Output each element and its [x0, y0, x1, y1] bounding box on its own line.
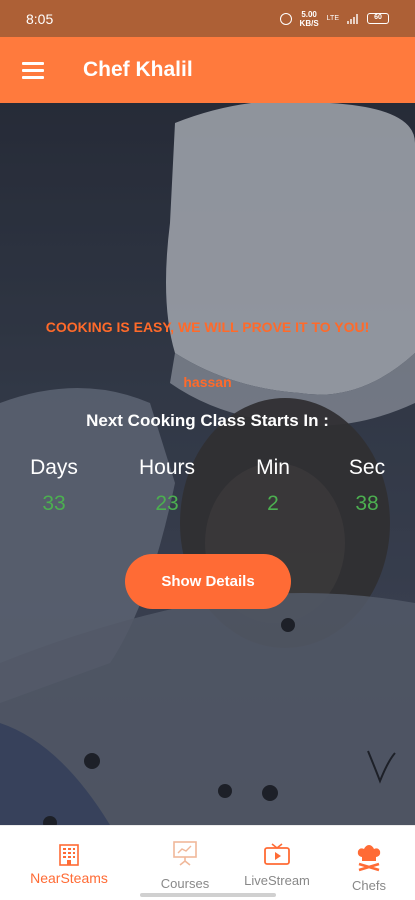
status-icons: 5.00 KB/S LTE 60 [279, 10, 389, 28]
countdown-label: Hours [138, 456, 196, 479]
countdown-days: Days 33 [14, 456, 94, 516]
home-indicator[interactable] [140, 893, 276, 897]
hero-section: COOKING IS EASY, WE WILL PROVE IT TO YOU… [0, 103, 415, 825]
countdown-value: 23 [155, 492, 179, 515]
signal-icon [347, 13, 359, 24]
building-icon [59, 844, 79, 866]
nav-item-nearsteams[interactable]: NearSteams [14, 826, 124, 900]
nav-label: Chefs [352, 878, 386, 893]
countdown-minutes: Min 2 [233, 456, 313, 516]
countdown-value: 38 [355, 492, 379, 515]
nav-label: NearSteams [30, 870, 108, 886]
countdown-seconds: Sec 38 [327, 456, 407, 516]
nav-item-courses[interactable]: Courses [140, 826, 230, 900]
app-title: Chef Khalil [83, 58, 193, 81]
nav-item-livestream[interactable]: LiveStream [232, 826, 322, 900]
show-details-button[interactable]: Show Details [125, 554, 291, 609]
alarm-icon [279, 12, 292, 25]
net-speed-unit: KB/S [299, 18, 319, 28]
status-time: 8:05 [26, 10, 54, 27]
tagline: COOKING IS EASY, WE WILL PROVE IT TO YOU… [45, 319, 370, 335]
presentation-board-icon [173, 841, 197, 866]
countdown-label: Days [30, 456, 78, 479]
net-speed: 5.00 KB/S [300, 10, 319, 28]
nav-label: LiveStream [244, 873, 310, 888]
tv-play-icon [264, 843, 290, 865]
next-class-heading: Next Cooking Class Starts In : [86, 411, 329, 430]
menu-icon[interactable] [22, 62, 44, 79]
countdown-label: Min [256, 456, 290, 479]
status-bar: 8:05 5.00 KB/S LTE 60 [0, 0, 415, 37]
nav-item-chefs[interactable]: Chefs [334, 826, 404, 900]
countdown-hours: Hours 23 [127, 456, 207, 516]
app-bar: Chef Khalil [0, 37, 415, 103]
countdown-label: Sec [348, 456, 386, 479]
username: hassan [183, 374, 232, 390]
nav-label: Courses [160, 876, 210, 891]
bottom-navigation: NearSteams Courses LiveStream Chefs [0, 825, 415, 900]
countdown-value: 33 [42, 492, 66, 515]
network-type: LTE [326, 15, 339, 22]
chef-hat-icon [357, 845, 381, 872]
countdown-value: 2 [267, 492, 279, 515]
battery-icon: 60 [367, 13, 389, 24]
net-speed-value: 5.00 [301, 9, 317, 19]
